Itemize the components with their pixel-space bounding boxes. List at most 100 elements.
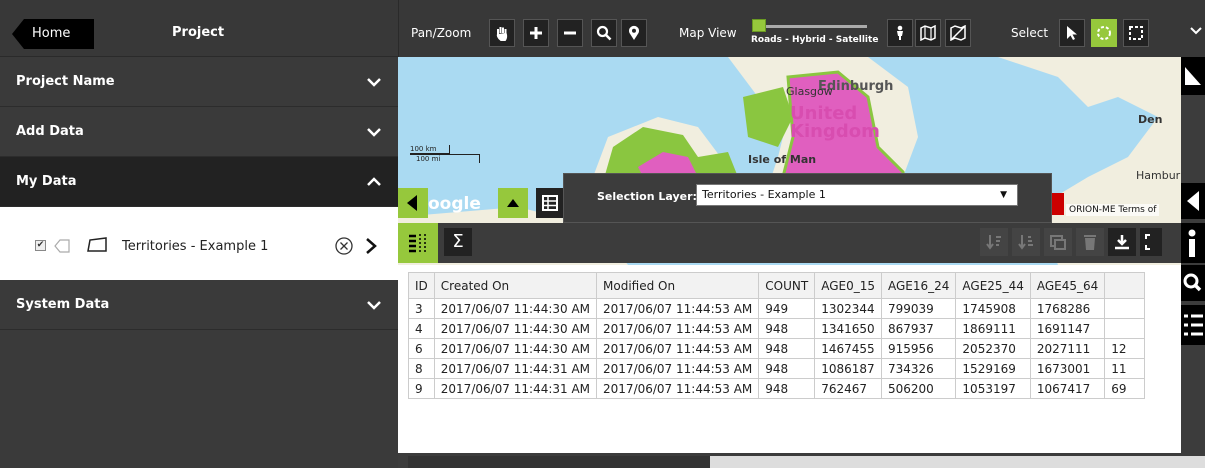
table-view-button[interactable] xyxy=(536,188,564,218)
table-cell: 2017/06/07 11:44:30 AM xyxy=(433,338,598,359)
map-label-hamburg: Hambur xyxy=(1136,169,1181,182)
select-label: Select xyxy=(1011,26,1049,40)
google-logo: oogle xyxy=(428,194,481,214)
trash-icon xyxy=(1084,235,1096,250)
page-title: Project xyxy=(172,25,225,40)
street-view-button[interactable] xyxy=(887,19,913,47)
data-table: ID Created On Modified On COUNT AGE0_15 … xyxy=(408,272,1146,399)
table-cell: 1053197 xyxy=(955,378,1031,399)
sort-asc-icon xyxy=(986,235,1001,250)
zoom-in-button[interactable] xyxy=(523,19,549,47)
zoom-area-button[interactable] xyxy=(591,19,617,47)
pan-button[interactable] xyxy=(489,19,515,47)
select-pointer-button[interactable] xyxy=(1059,19,1085,47)
tag-icon[interactable] xyxy=(54,239,70,253)
hide-map-button[interactable] xyxy=(945,19,971,47)
section-system-data[interactable]: System Data xyxy=(0,280,398,330)
hand-icon xyxy=(496,27,508,41)
column-header[interactable]: AGE45_64 xyxy=(1029,272,1106,299)
home-button[interactable]: Home xyxy=(12,19,94,49)
table-cell: 6 xyxy=(408,338,435,359)
column-header[interactable]: AGE16_24 xyxy=(880,272,957,299)
horizontal-scrollbar[interactable] xyxy=(408,456,1205,468)
section-project-name[interactable]: Project Name xyxy=(0,57,398,107)
section-my-data[interactable]: My Data xyxy=(0,157,398,207)
scale-mi: 100 mi xyxy=(410,154,480,163)
chevron-up-icon xyxy=(367,177,381,186)
section-add-data[interactable]: Add Data xyxy=(0,107,398,157)
delete-button[interactable] xyxy=(1076,228,1104,256)
column-header[interactable]: Modified On xyxy=(596,272,760,299)
table-cell: 1302344 xyxy=(814,298,882,319)
legend-button[interactable] xyxy=(1181,305,1205,345)
table-cell: 1673001 xyxy=(1029,358,1106,379)
column-header[interactable]: ID xyxy=(408,272,435,299)
table-cell: 915956 xyxy=(880,338,957,359)
select-radius-button[interactable] xyxy=(1091,19,1117,47)
locate-button[interactable] xyxy=(621,19,647,47)
table-cell: 948 xyxy=(758,358,816,379)
remove-layer-icon[interactable] xyxy=(334,236,354,256)
map-view-slider-track[interactable] xyxy=(759,25,867,28)
map-corner-toggle[interactable] xyxy=(1181,57,1205,95)
download-button[interactable] xyxy=(1108,228,1136,256)
column-header[interactable]: AGE25_44 xyxy=(955,272,1031,299)
column-header[interactable] xyxy=(1104,272,1146,299)
table-cell: 948 xyxy=(758,378,816,399)
info-button[interactable] xyxy=(1181,223,1205,263)
expand-table-button[interactable] xyxy=(498,188,528,218)
table-cell: 8 xyxy=(408,358,435,379)
copy-button[interactable] xyxy=(1044,228,1072,256)
table-cell: 11 xyxy=(1104,358,1146,379)
caret-left-icon xyxy=(1187,191,1199,211)
copy-icon xyxy=(1050,235,1066,250)
sort-descending-button[interactable] xyxy=(1012,228,1040,256)
data-table-toolbar: Σ xyxy=(398,223,1181,263)
table-cell: 762467 xyxy=(814,378,882,399)
corner-arrow-icon xyxy=(1185,67,1201,85)
table-row[interactable]: 6 2017/06/07 11:44:30 AM 2017/06/07 11:44:… xyxy=(408,338,1146,359)
map-layers-button[interactable] xyxy=(915,19,941,47)
table-cell: 1529169 xyxy=(955,358,1031,379)
table-row[interactable]: 8 2017/06/07 11:44:31 AM 2017/06/07 11:44:… xyxy=(408,358,1146,379)
selection-layer-dropdown[interactable]: Territories - Example 1 ▼ xyxy=(696,184,1018,206)
caret-up-icon xyxy=(507,199,519,207)
layer-item[interactable]: ✔ Territories - Example 1 xyxy=(0,207,398,280)
table-row[interactable]: 9 2017/06/07 11:44:31 AM 2017/06/07 11:44:… xyxy=(408,378,1146,399)
scale-km: 100 km xyxy=(410,145,450,154)
table-row[interactable]: 4 2017/06/07 11:44:30 AM 2017/06/07 11:44:… xyxy=(408,318,1146,339)
table-cell: 734326 xyxy=(880,358,957,379)
table-cell: 867937 xyxy=(880,318,957,339)
sidebar-header: Home Project xyxy=(0,0,398,57)
column-chooser-button[interactable] xyxy=(398,223,438,263)
table-cell: 1341650 xyxy=(814,318,882,339)
column-header[interactable]: AGE0_15 xyxy=(814,272,882,299)
map-pin-icon xyxy=(629,25,639,40)
table-cell: 1768286 xyxy=(1029,298,1106,319)
column-header[interactable]: COUNT xyxy=(758,272,816,299)
map-label-isle-of-man: Isle of Man xyxy=(748,153,817,166)
map-view-slider-thumb[interactable] xyxy=(752,19,766,32)
chevron-right-icon[interactable] xyxy=(364,237,378,255)
search-panel-button[interactable] xyxy=(1181,265,1205,301)
scrollbar-thumb[interactable] xyxy=(408,456,710,468)
layer-visibility-checkbox[interactable]: ✔ xyxy=(35,240,46,251)
zoom-out-button[interactable] xyxy=(557,19,583,47)
column-header[interactable]: Created On xyxy=(433,272,598,299)
section-label: System Data xyxy=(16,297,110,312)
chevron-down-icon[interactable] xyxy=(1189,24,1203,38)
collapse-panel-button[interactable] xyxy=(398,188,428,218)
expand-table-button-2[interactable] xyxy=(1140,228,1162,256)
table-cell: 2017/06/07 11:44:31 AM xyxy=(433,358,598,379)
search-icon xyxy=(596,25,612,41)
sort-ascending-button[interactable] xyxy=(980,228,1008,256)
table-cell: 948 xyxy=(758,338,816,359)
table-cell: 9 xyxy=(408,378,435,399)
select-polygon-button[interactable] xyxy=(1123,19,1149,47)
summary-button[interactable]: Σ xyxy=(444,228,472,256)
map-attribution[interactable]: ORION-ME Terms of xyxy=(1066,204,1160,216)
table-row[interactable]: 3 2017/06/07 11:44:30 AM 2017/06/07 11:44:… xyxy=(408,298,1146,319)
table-cell: 12 xyxy=(1104,338,1146,359)
right-panel-toggle[interactable] xyxy=(1181,183,1205,219)
map-icon xyxy=(920,25,936,41)
